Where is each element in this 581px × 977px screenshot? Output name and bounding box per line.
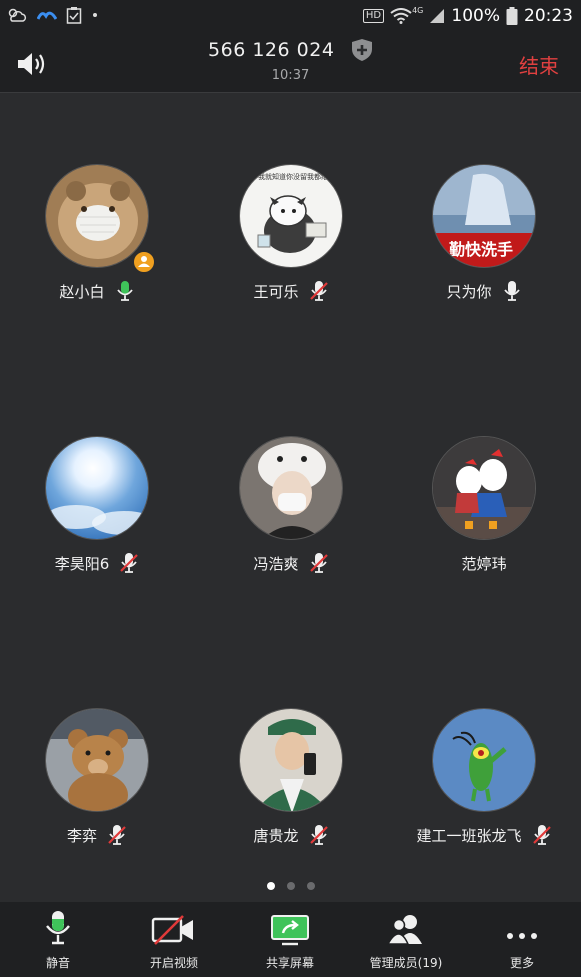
participant-name: 唐贵龙 xyxy=(253,826,299,845)
avatar xyxy=(432,436,536,540)
participant-name: 赵小白 xyxy=(59,282,105,301)
mic-muted-icon xyxy=(532,825,551,845)
page-dot[interactable] xyxy=(286,882,295,890)
participant-name: 李弈 xyxy=(66,826,97,845)
mute-button[interactable]: 静音 xyxy=(0,902,116,977)
participant-tile[interactable]: 勤快洗手 只为你 xyxy=(387,164,581,302)
start-video-button[interactable]: 开启视频 xyxy=(116,902,232,977)
members-icon xyxy=(386,915,422,945)
avatar: 勤快洗手 xyxy=(432,164,536,268)
more-dots-icon xyxy=(507,933,537,939)
video-off-icon xyxy=(151,915,193,945)
task-check-icon xyxy=(66,7,82,24)
weather-icon xyxy=(8,8,27,22)
share-screen-icon xyxy=(271,915,309,946)
participant-name: 李昊阳6 xyxy=(54,554,110,573)
participant-name: 冯浩爽 xyxy=(253,554,299,573)
mic-active-icon xyxy=(116,281,133,301)
status-bar: HD 4G 100% 20:23 xyxy=(0,0,581,34)
participant-tile[interactable]: 李昊阳6 xyxy=(0,436,194,574)
participant-tile[interactable]: 范婷玮 xyxy=(387,436,581,574)
battery-icon xyxy=(506,7,518,25)
participant-name: 建工一班张龙飞 xyxy=(416,826,522,845)
mic-muted-icon xyxy=(309,825,328,845)
page-indicator xyxy=(0,882,581,890)
avatar xyxy=(239,436,343,540)
mic-muted-icon xyxy=(120,553,139,573)
manage-members-label: 管理成员(19) xyxy=(369,956,443,970)
avatar: 我就知道你没留我都给我什么 xyxy=(239,164,343,268)
meeting-toolbar: 静音 开启视频 共享屏幕 管理成员(19) 更多 xyxy=(0,902,581,977)
start-video-label: 开启视频 xyxy=(149,956,198,970)
end-meeting-button[interactable]: 结束 xyxy=(519,50,559,79)
more-label: 更多 xyxy=(509,956,534,970)
avatar-caption: 我就知道你没留我都给我什么 xyxy=(258,172,343,181)
participant-tile[interactable]: 李弈 xyxy=(0,708,194,846)
meeting-id: 566 126 024 xyxy=(208,39,335,61)
meeting-id-row[interactable]: 566 126 024 xyxy=(0,38,581,62)
participant-name: 王可乐 xyxy=(253,282,299,301)
microphone-icon xyxy=(46,911,70,945)
meeting-elapsed-time: 10:37 xyxy=(271,68,310,83)
participant-tile[interactable]: 赵小白 xyxy=(0,164,194,302)
host-badge xyxy=(132,250,156,274)
avatar xyxy=(239,708,343,812)
participant-name: 只为你 xyxy=(446,282,492,301)
signal-icon xyxy=(430,9,445,23)
participant-tile[interactable]: 唐贵龙 xyxy=(194,708,388,846)
participant-name: 范婷玮 xyxy=(461,554,507,573)
participant-grid: 赵小白 我就知道你没留我都给我什么 王可乐 勤快洗手 只为你 李昊阳6 冯浩爽 … xyxy=(0,92,581,892)
mic-icon xyxy=(503,281,520,301)
avatar xyxy=(45,708,149,812)
notification-dot-icon xyxy=(93,13,97,17)
hd-badge: HD xyxy=(362,9,385,23)
share-screen-label: 共享屏幕 xyxy=(265,956,314,970)
person-icon xyxy=(138,256,150,267)
mute-label: 静音 xyxy=(45,956,70,970)
battery-percent: 100% xyxy=(451,6,500,26)
meeting-header: 566 126 024 10:37 结束 xyxy=(0,34,581,93)
cloud-app-icon xyxy=(37,11,57,20)
avatar xyxy=(45,436,149,540)
page-dot[interactable] xyxy=(306,882,315,890)
avatar-caption: 勤快洗手 xyxy=(449,240,513,259)
network-type: 4G xyxy=(412,5,424,15)
clock: 20:23 xyxy=(524,6,573,26)
mic-muted-icon xyxy=(108,825,126,845)
mic-muted-icon xyxy=(309,553,328,573)
more-button[interactable]: 更多 xyxy=(464,902,580,977)
page-dot-active[interactable] xyxy=(266,882,275,890)
participant-tile[interactable]: 建工一班张龙飞 xyxy=(387,708,581,846)
participant-tile[interactable]: 冯浩爽 xyxy=(194,436,388,574)
avatar xyxy=(432,708,536,812)
participant-tile[interactable]: 我就知道你没留我都给我什么 王可乐 xyxy=(194,164,388,302)
manage-members-button[interactable]: 管理成员(19) xyxy=(348,902,464,977)
wifi-icon xyxy=(390,8,412,24)
share-screen-button[interactable]: 共享屏幕 xyxy=(232,902,348,977)
mic-muted-icon xyxy=(309,281,328,301)
shield-icon xyxy=(351,39,372,61)
